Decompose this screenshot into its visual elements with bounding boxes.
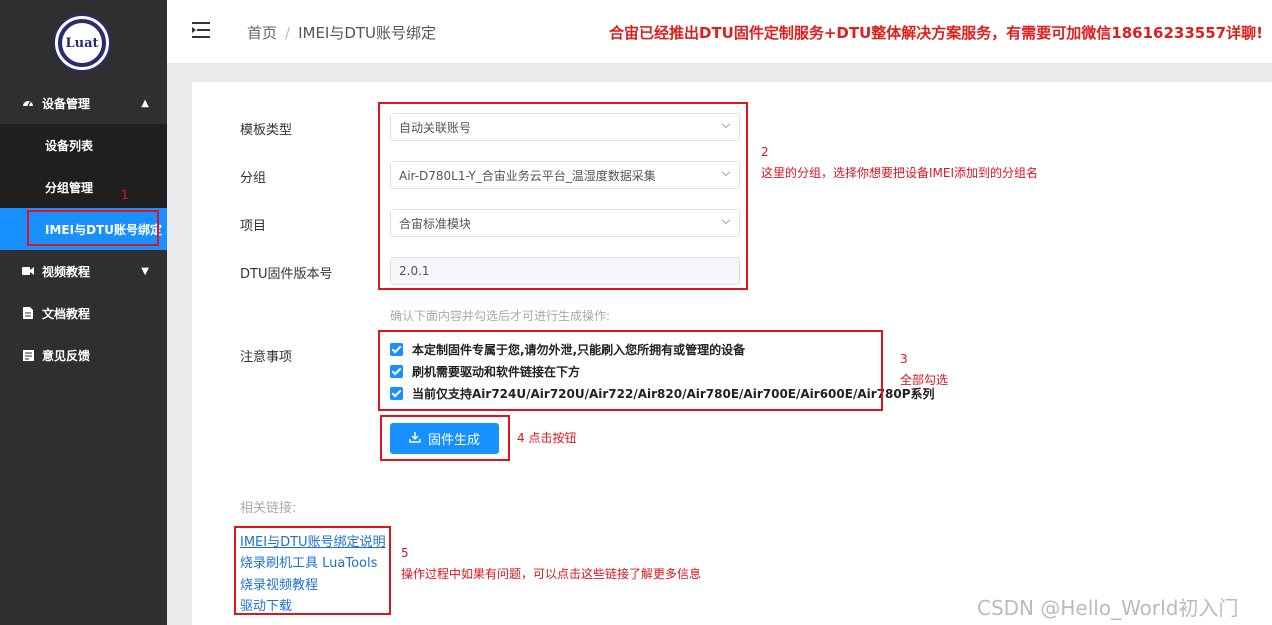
- menu-label: 意见反馈: [42, 348, 91, 363]
- breadcrumb-home[interactable]: 首页: [247, 24, 277, 42]
- menu-label: 设备管理: [42, 96, 91, 111]
- menu-feedback[interactable]: 意见反馈: [0, 334, 167, 376]
- submenu-item-device-list[interactable]: 设备列表: [0, 124, 167, 166]
- annotation-box-3: [378, 330, 883, 411]
- annotation-box-2: [378, 102, 748, 290]
- related-links-title: 相关链接:: [240, 501, 297, 516]
- luat-logo: Luat: [55, 16, 109, 70]
- annotation-2-number: 2: [761, 145, 769, 159]
- annotation-box-5: [234, 526, 391, 615]
- version-label: DTU固件版本号: [240, 267, 333, 282]
- confirm-hint: 确认下面内容并勾选后才可进行生成操作:: [390, 309, 611, 323]
- breadcrumb-current: IMEI与DTU账号绑定: [298, 24, 437, 42]
- project-label: 项目: [240, 219, 267, 234]
- dashboard-icon: [22, 97, 34, 109]
- csdn-watermark: CSDN @Hello_World初入门: [977, 596, 1239, 620]
- menu-label: 视频教程: [42, 264, 91, 279]
- annotation-5-number: 5: [401, 546, 409, 560]
- menu-label: 文档教程: [42, 306, 91, 321]
- breadcrumb: 首页 / IMEI与DTU账号绑定: [247, 22, 436, 43]
- annotation-3-number: 3: [900, 352, 908, 366]
- video-icon: [22, 265, 34, 277]
- menu-device-management[interactable]: 设备管理 ▲: [0, 82, 167, 124]
- chevron-up-icon: ▲: [141, 97, 149, 109]
- document-icon: [22, 307, 34, 319]
- annotation-2-text: 这里的分组，选择你想要把设备IMEI添加到的分组名: [761, 166, 1039, 180]
- top-header: 首页 / IMEI与DTU账号绑定 合宙已经推出DTU固件定制服务+DTU整体解决方…: [167, 0, 1272, 64]
- hamburger-menu-icon[interactable]: [192, 22, 210, 38]
- sidebar: Luat 设备管理 ▲ 设备列表 分组管理 IMEI与DTU账号绑定 视频教程 …: [0, 0, 167, 625]
- announcement-banner: 合宙已经推出DTU固件定制服务+DTU整体解决方案服务，有需要可加微信18616…: [609, 24, 1263, 42]
- template-type-label: 模板类型: [240, 123, 293, 138]
- feedback-icon: [22, 349, 34, 361]
- group-label: 分组: [240, 171, 267, 186]
- notice-label: 注意事项: [240, 350, 293, 365]
- chevron-down-icon: ▼: [141, 265, 149, 277]
- submenu-item-group-management[interactable]: 分组管理: [0, 166, 167, 208]
- breadcrumb-separator: /: [285, 24, 291, 42]
- menu-video-tutorial[interactable]: 视频教程 ▼: [0, 250, 167, 292]
- menu-document-tutorial[interactable]: 文档教程: [0, 292, 167, 334]
- annotation-box-1: [27, 210, 159, 246]
- annotation-5-text: 操作过程中如果有问题，可以点击这些链接了解更多信息: [401, 567, 702, 581]
- annotation-1-number: 1: [121, 188, 129, 202]
- logo-text: Luat: [62, 23, 102, 63]
- annotation-3-text: 全部勾选: [900, 373, 949, 387]
- annotation-box-4: [380, 415, 510, 461]
- annotation-4-text: 4 点击按钮: [517, 431, 577, 445]
